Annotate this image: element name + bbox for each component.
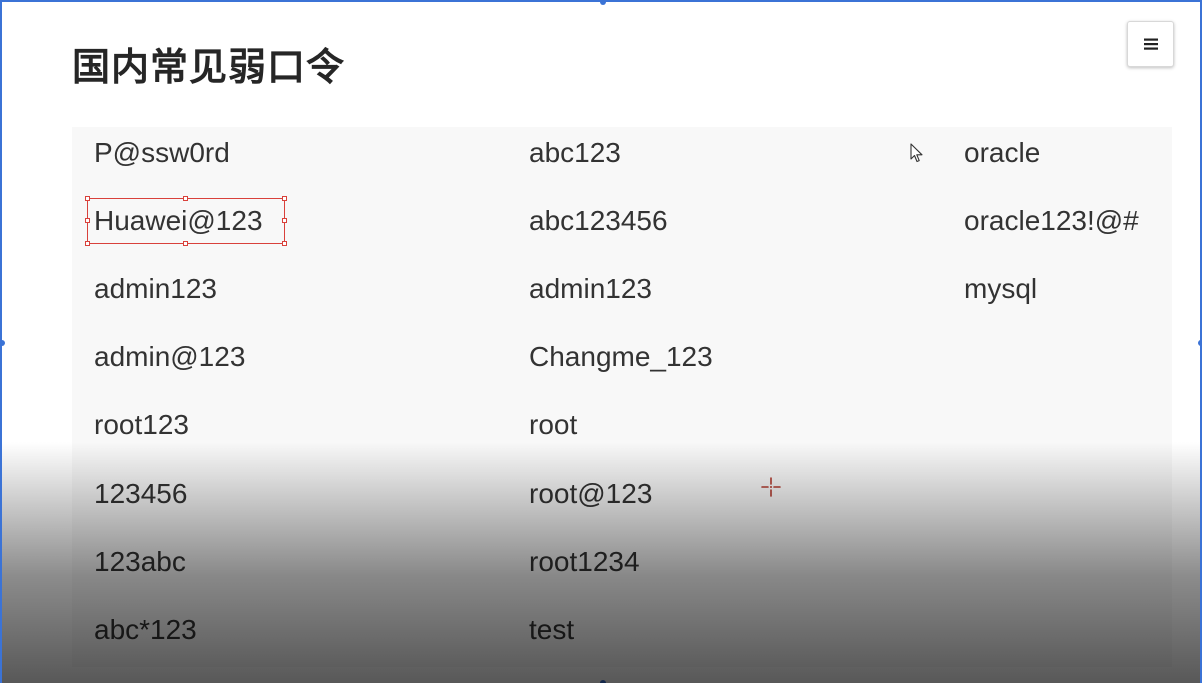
password-cell[interactable]: oracle bbox=[964, 128, 1040, 178]
password-cell[interactable]: root1234 bbox=[529, 537, 640, 587]
password-cell[interactable]: abc123 bbox=[529, 128, 621, 178]
password-cell[interactable]: abc*123 bbox=[94, 605, 197, 655]
password-cell[interactable]: admin123 bbox=[94, 264, 217, 314]
password-cell[interactable]: Changme_123 bbox=[529, 332, 713, 382]
password-cell[interactable]: admin@123 bbox=[94, 332, 245, 382]
password-cell[interactable]: Huawei@123 bbox=[94, 196, 263, 246]
selection-handle-top[interactable] bbox=[600, 2, 606, 5]
password-cell[interactable]: oracle123!@# bbox=[964, 196, 1139, 246]
password-cell[interactable]: P@ssw0rd bbox=[94, 128, 230, 178]
password-cell[interactable]: admin123 bbox=[529, 264, 652, 314]
password-table: P@ssw0rd Huawei@123 admin123 admin@123 r… bbox=[72, 127, 1172, 667]
slide-canvas[interactable]: 国内常见弱口令 P@ssw0rd Huawei@123 admin123 adm… bbox=[0, 0, 1202, 683]
password-cell[interactable]: 123456 bbox=[94, 469, 187, 519]
crosshair-cursor-icon bbox=[761, 477, 781, 497]
slide-title: 国内常见弱口令 bbox=[72, 45, 346, 89]
hamburger-menu-icon bbox=[1143, 38, 1158, 50]
mouse-pointer-icon bbox=[910, 143, 923, 163]
password-cell[interactable]: root bbox=[529, 400, 577, 450]
menu-button[interactable] bbox=[1127, 21, 1174, 67]
password-cell[interactable]: root123 bbox=[94, 400, 189, 450]
password-cell[interactable]: 123abc bbox=[94, 537, 186, 587]
password-cell[interactable]: abc123456 bbox=[529, 196, 668, 246]
password-cell[interactable]: root@123 bbox=[529, 469, 652, 519]
selection-handle-left[interactable] bbox=[2, 340, 5, 346]
password-cell[interactable]: mysql bbox=[964, 264, 1037, 314]
password-cell[interactable]: test bbox=[529, 605, 574, 655]
selection-handle-right[interactable] bbox=[1198, 340, 1200, 346]
